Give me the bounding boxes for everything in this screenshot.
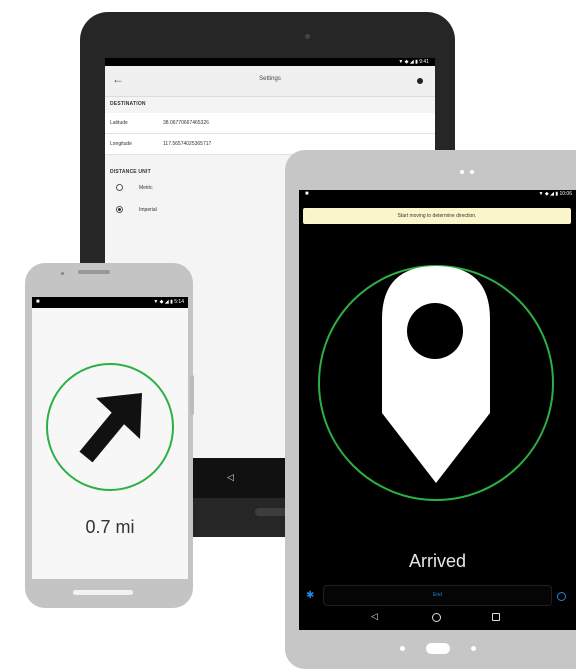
status-bar: ■ ▼ ◆ ◢ ▮ 5:14 xyxy=(32,297,188,308)
hardware-back-key xyxy=(400,646,405,651)
arrival-status: Arrived xyxy=(408,551,466,571)
hardware-home-key xyxy=(426,643,450,654)
nav-home-icon[interactable] xyxy=(432,613,441,622)
location-ring-icon[interactable] xyxy=(557,592,566,601)
metric-label: Metric xyxy=(139,185,153,191)
longitude-label: Longitude xyxy=(110,141,132,147)
latitude-field[interactable]: Latitude 38.06770667465326 xyxy=(105,113,435,134)
phone-compass-screen: ■ ▼ ◆ ◢ ▮ 5:14 0.7 mi xyxy=(32,297,188,579)
settings-gear-icon[interactable]: ✱ xyxy=(306,590,314,601)
nav-back-icon[interactable]: ◁ xyxy=(227,472,234,483)
overflow-menu-icon[interactable] xyxy=(417,78,423,84)
page-title: Settings xyxy=(259,76,281,82)
longitude-value[interactable]: 117.56574025365717 xyxy=(163,141,211,147)
distance-unit-section-header: DISTANCE UNIT xyxy=(110,169,151,175)
end-button[interactable]: End xyxy=(323,585,552,606)
nav-recents-icon[interactable] xyxy=(492,613,500,621)
compass-ring xyxy=(46,363,174,491)
phone-side-button xyxy=(190,375,194,415)
imperial-radio[interactable] xyxy=(116,206,123,213)
hint-banner-text: Start moving to determine direction. xyxy=(397,213,477,219)
status-icons: ▼ ◆ ◢ ▮ 5:14 xyxy=(153,299,184,305)
phone-camera xyxy=(61,272,64,275)
status-icons: ▼ ◆ ◢ ▮ 10:06 xyxy=(538,191,572,197)
tablet-home-button xyxy=(255,508,289,516)
notification-icon: ■ xyxy=(36,299,40,305)
imperial-label: Imperial xyxy=(139,207,157,213)
latitude-label: Latitude xyxy=(110,120,128,126)
location-pin-icon xyxy=(382,266,490,483)
phone-speaker xyxy=(78,270,110,274)
notification-icon: ■ xyxy=(305,191,309,197)
tablet-camera xyxy=(460,170,464,174)
end-button-label: End xyxy=(433,592,442,598)
status-icons: ▼ ◆ ◢ ▮ 9:41 xyxy=(398,59,429,65)
tablet-camera xyxy=(305,34,310,39)
tablet-sensor xyxy=(470,170,474,174)
hardware-recents-key xyxy=(471,646,476,651)
destination-section-header: DESTINATION xyxy=(110,101,146,107)
distance-readout: 0.7 mi xyxy=(85,517,135,537)
status-bar: ▼ ◆ ◢ ▮ 9:41 xyxy=(105,58,435,66)
latitude-value[interactable]: 38.06770667465326 xyxy=(163,120,209,126)
phone-home-bar xyxy=(73,590,133,595)
compass-ring xyxy=(318,265,554,501)
metric-radio[interactable] xyxy=(116,184,123,191)
arrived-screen: ■ ▼ ◆ ◢ ▮ 10:06 Start moving to determin… xyxy=(299,190,576,630)
nav-back-icon[interactable]: ◁ xyxy=(371,611,378,622)
app-bar: ← Settings xyxy=(105,66,435,97)
hint-banner: Start moving to determine direction. xyxy=(303,208,571,224)
direction-arrow-icon xyxy=(79,393,142,463)
